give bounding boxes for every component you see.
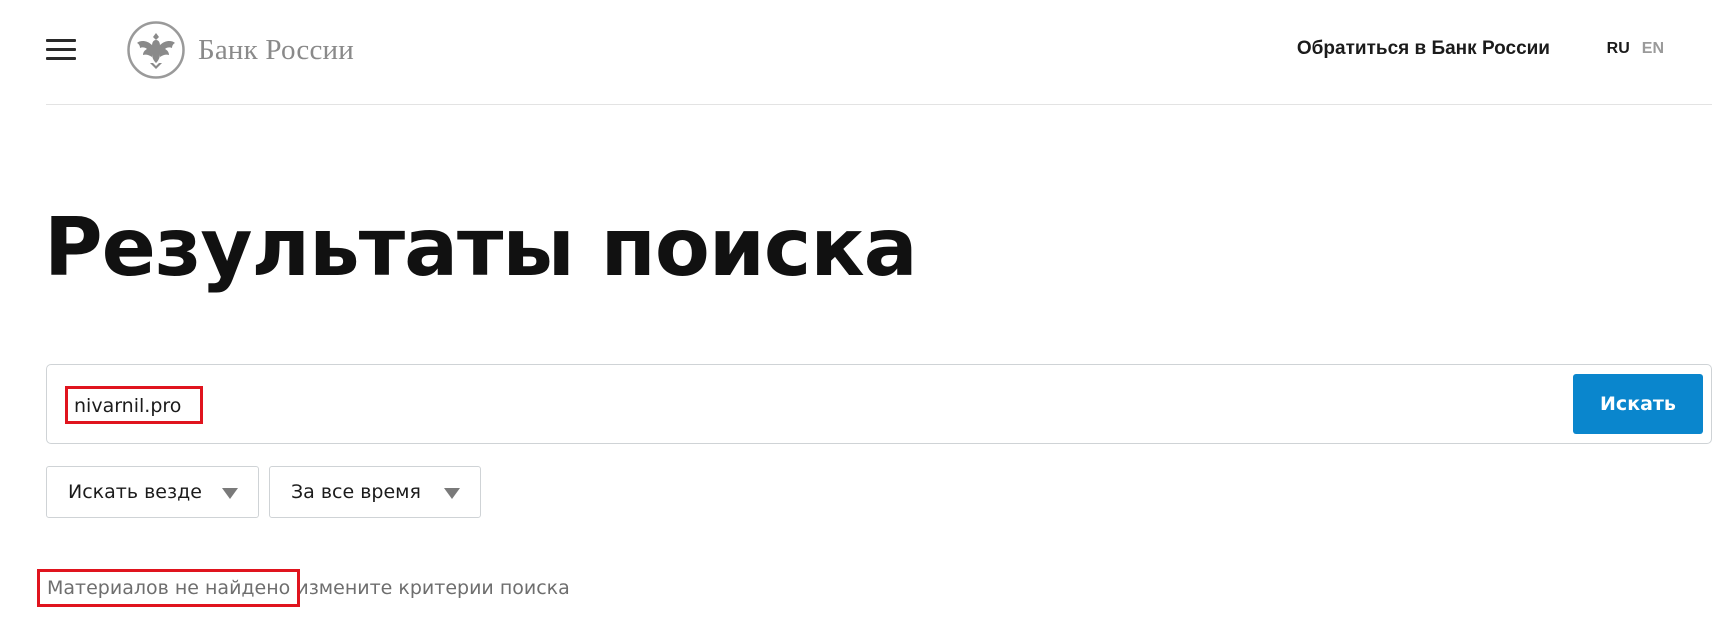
chevron-down-icon	[222, 488, 238, 499]
search-box: Искать	[46, 364, 1712, 444]
scope-select-label: Искать везде	[68, 481, 202, 503]
search-filters: Искать везде За все время	[46, 466, 481, 518]
contact-bank-link[interactable]: Обратиться в Банк России	[1297, 38, 1550, 60]
chevron-down-icon	[444, 488, 460, 499]
period-select[interactable]: За все время	[269, 466, 481, 518]
logo-text: Банк России	[198, 33, 354, 66]
lang-en[interactable]: EN	[1642, 40, 1664, 58]
menu-icon[interactable]	[46, 39, 76, 61]
page-title: Результаты поиска	[44, 201, 918, 294]
not-found-text: Материалов не найдено	[47, 577, 291, 599]
search-input[interactable]	[64, 388, 1464, 424]
lang-ru[interactable]: RU	[1607, 40, 1630, 58]
hint-text: измените критерии поиска	[296, 577, 570, 599]
site-header: Банк России Обратиться в Банк России RU …	[46, 0, 1712, 105]
period-select-label: За все время	[291, 481, 421, 503]
eagle-emblem-icon	[127, 21, 185, 79]
scope-select[interactable]: Искать везде	[46, 466, 259, 518]
bank-logo[interactable]: Банк России	[126, 19, 354, 81]
language-switcher: RU EN	[1607, 40, 1664, 58]
results-status: Материалов не найдено измените критерии …	[47, 577, 570, 599]
search-button[interactable]: Искать	[1573, 374, 1703, 434]
